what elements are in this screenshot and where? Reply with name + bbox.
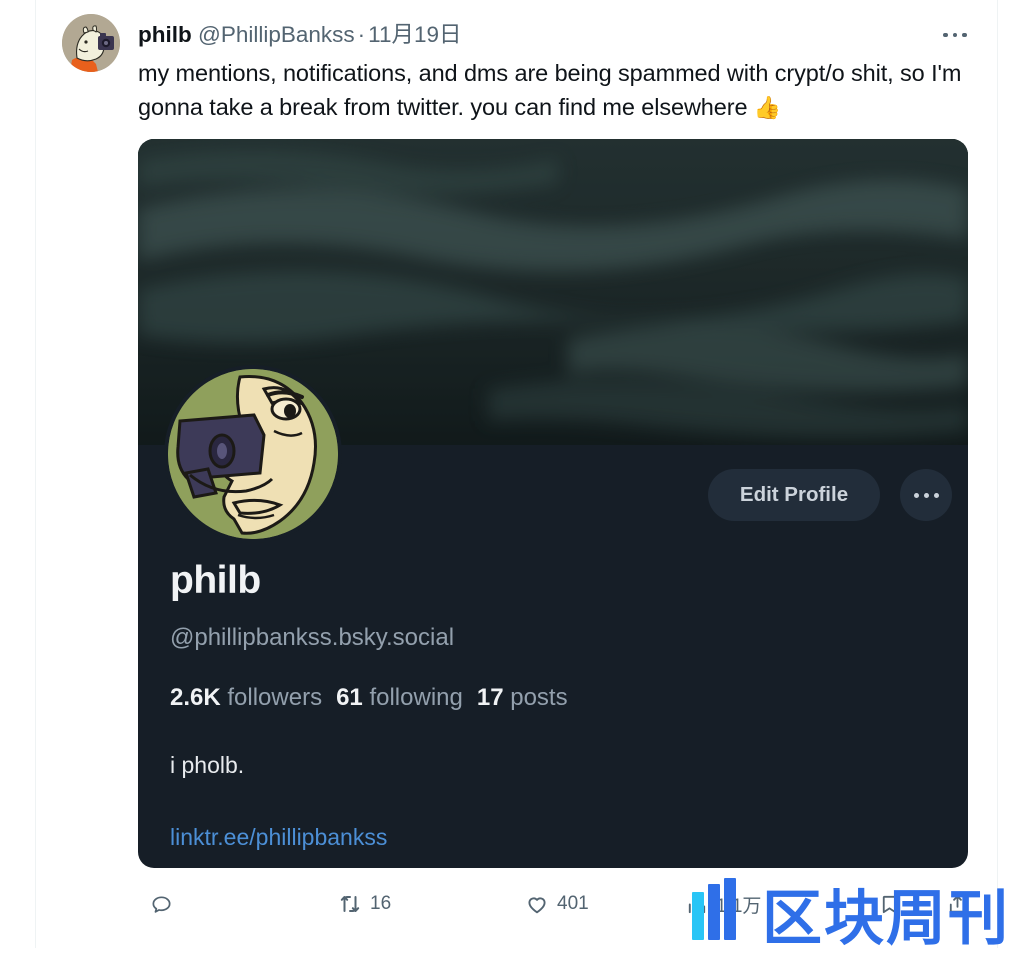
tweet-header: philb @PhillipBankss · 11月19日 <box>36 0 997 72</box>
profile-avatar[interactable] <box>164 365 342 543</box>
tweet-action-bar: 16 401 1.1万 <box>138 884 998 934</box>
ellipsis-dot-icon <box>913 492 919 498</box>
share-button[interactable] <box>946 884 977 924</box>
profile-more-options-button[interactable] <box>900 469 952 521</box>
edit-profile-button[interactable]: Edit Profile <box>708 469 880 521</box>
tweet-body-text: my mentions, notifications, and dms are … <box>138 56 978 125</box>
bookmark-button[interactable] <box>878 884 909 924</box>
following-count: 61 <box>336 684 363 711</box>
ellipsis-dot-icon <box>952 32 958 38</box>
tweet-column: philb @PhillipBankss · 11月19日 my mentions,… <box>35 0 1008 954</box>
profile-display-name: philb <box>170 559 261 602</box>
thumbs-up-emoji: 👍 <box>753 95 782 120</box>
retweet-count: 16 <box>370 893 392 914</box>
bookmark-icon <box>882 895 897 913</box>
ellipsis-dot-icon <box>943 32 948 38</box>
followers-count: 2.6K <box>170 684 221 711</box>
views-counter[interactable]: 1.1万 <box>685 884 761 924</box>
author-display-name[interactable]: philb <box>138 22 192 47</box>
meta-separator: · <box>357 22 366 47</box>
following-label: following <box>369 684 463 711</box>
profile-stats: 2.6K followers 61 following 17 posts <box>170 684 568 712</box>
embedded-profile-card[interactable]: Edit Profile philb @phillipbankss.bsky.s… <box>138 139 968 868</box>
profile-external-link[interactable]: linktr.ee/phillipbankss <box>170 824 387 851</box>
reply-icon <box>152 895 171 913</box>
posts-count: 17 <box>476 684 504 711</box>
views-count: 1.1万 <box>716 895 762 917</box>
analytics-icon <box>688 896 706 913</box>
like-count: 401 <box>557 893 589 914</box>
ellipsis-dot-icon <box>962 32 967 38</box>
reply-button[interactable] <box>150 884 181 924</box>
heart-icon <box>528 897 546 914</box>
like-button[interactable]: 401 <box>525 884 589 924</box>
followers-label: followers <box>227 684 323 711</box>
avatar[interactable] <box>62 14 120 72</box>
retweet-icon <box>340 896 360 912</box>
tweet-body-copy: my mentions, notifications, and dms are … <box>138 60 962 120</box>
profile-handle: @phillipbankss.bsky.social <box>170 624 455 651</box>
posts-label: posts <box>510 684 568 711</box>
tweet-date[interactable]: 11月19日 <box>368 22 461 47</box>
author-handle[interactable]: @PhillipBankss <box>198 22 355 47</box>
retweet-button[interactable]: 16 <box>338 884 391 924</box>
ellipsis-dot-icon <box>923 492 929 498</box>
tweet-author-line: philb @PhillipBankss · 11月19日 <box>138 21 462 49</box>
ellipsis-dot-icon <box>933 492 939 498</box>
tweet-more-menu-button[interactable] <box>933 22 977 48</box>
share-icon <box>949 894 966 913</box>
profile-bio: i pholb. <box>170 752 245 778</box>
